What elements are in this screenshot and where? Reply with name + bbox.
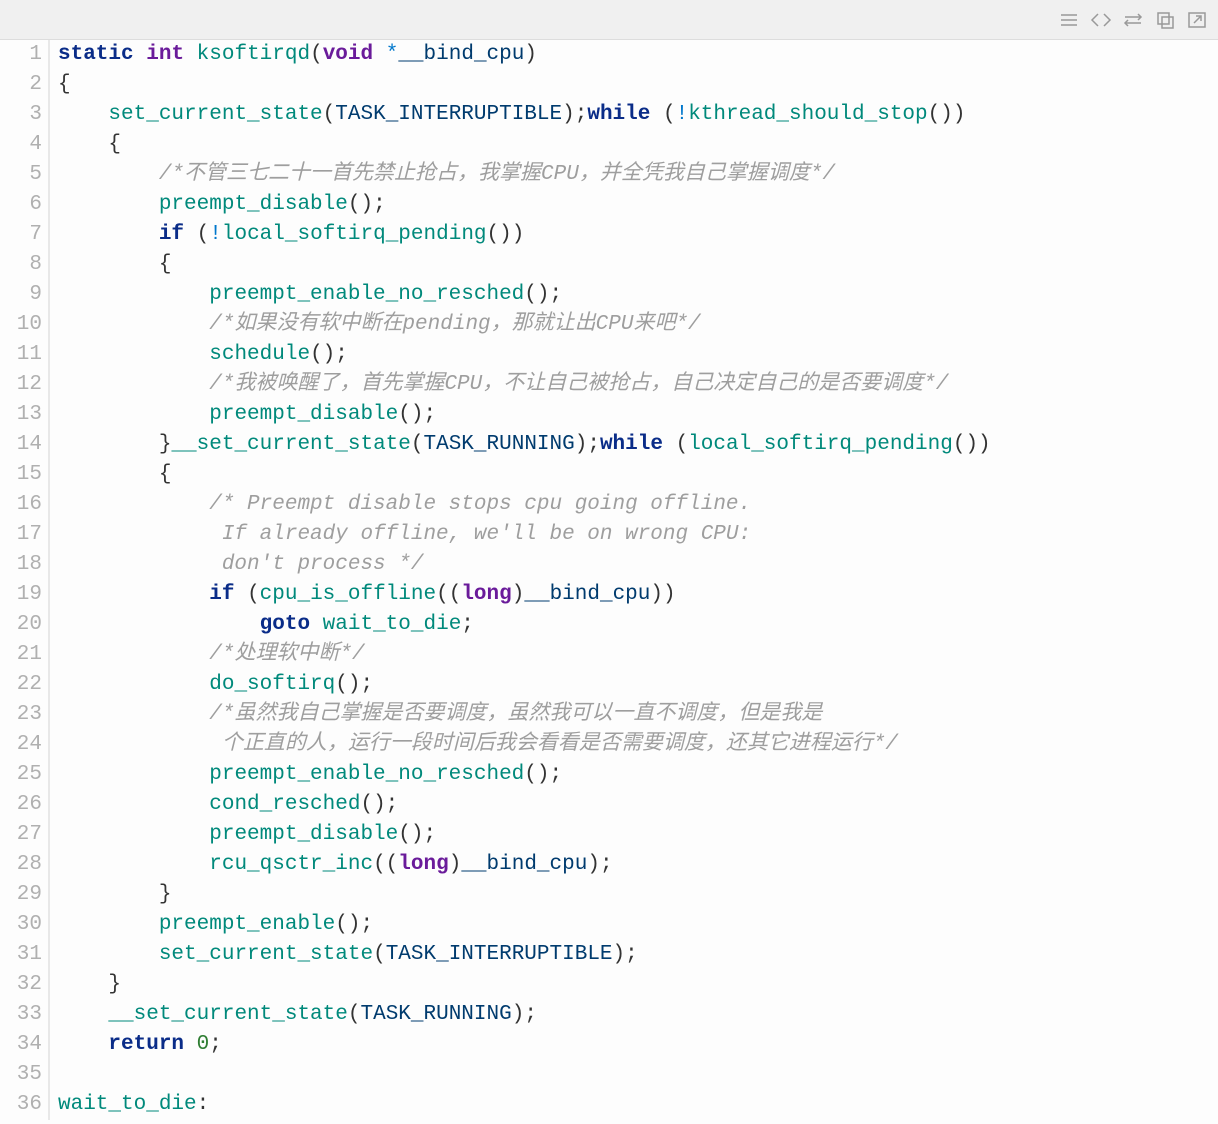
line-number: 11 <box>0 340 42 370</box>
line-number: 26 <box>0 790 42 820</box>
code-line[interactable]: /* Preempt disable stops cpu going offli… <box>58 490 1218 520</box>
line-number: 13 <box>0 400 42 430</box>
copy-icon[interactable] <box>1152 8 1178 32</box>
code-line[interactable]: preempt_disable(); <box>58 820 1218 850</box>
code-line[interactable]: { <box>58 250 1218 280</box>
line-number: 16 <box>0 490 42 520</box>
code-line[interactable]: preempt_enable_no_resched(); <box>58 760 1218 790</box>
code-line[interactable]: preempt_enable(); <box>58 910 1218 940</box>
code-line[interactable]: preempt_enable_no_resched(); <box>58 280 1218 310</box>
line-number: 23 <box>0 700 42 730</box>
line-number: 25 <box>0 760 42 790</box>
code-line[interactable]: /*如果没有软中断在pending，那就让出CPU来吧*/ <box>58 310 1218 340</box>
line-number: 4 <box>0 130 42 160</box>
line-number: 6 <box>0 190 42 220</box>
line-number: 20 <box>0 610 42 640</box>
line-number: 29 <box>0 880 42 910</box>
code-line[interactable]: rcu_qsctr_inc((long)__bind_cpu); <box>58 850 1218 880</box>
line-number: 35 <box>0 1060 42 1090</box>
line-number: 17 <box>0 520 42 550</box>
line-number: 24 <box>0 730 42 760</box>
popout-icon[interactable] <box>1184 8 1210 32</box>
line-number: 31 <box>0 940 42 970</box>
line-number: 28 <box>0 850 42 880</box>
code-line[interactable]: set_current_state(TASK_INTERRUPTIBLE); <box>58 940 1218 970</box>
line-number: 12 <box>0 370 42 400</box>
line-number: 33 <box>0 1000 42 1030</box>
line-number: 8 <box>0 250 42 280</box>
code-line[interactable]: }__set_current_state(TASK_RUNNING);while… <box>58 430 1218 460</box>
code-line[interactable]: { <box>58 70 1218 100</box>
code-line[interactable]: } <box>58 970 1218 1000</box>
code-line[interactable]: __set_current_state(TASK_RUNNING); <box>58 1000 1218 1030</box>
line-number: 14 <box>0 430 42 460</box>
code-line[interactable]: { <box>58 130 1218 160</box>
code-line[interactable]: set_current_state(TASK_INTERRUPTIBLE);wh… <box>58 100 1218 130</box>
code-line[interactable]: goto wait_to_die; <box>58 610 1218 640</box>
code-text-area[interactable]: static int ksoftirqd(void *__bind_cpu){ … <box>50 40 1218 1120</box>
line-number: 32 <box>0 970 42 1000</box>
code-line[interactable]: don't process */ <box>58 550 1218 580</box>
line-number: 18 <box>0 550 42 580</box>
code-line[interactable]: /*我被唤醒了，首先掌握CPU，不让自己被抢占，自己决定自己的是否要调度*/ <box>58 370 1218 400</box>
code-line[interactable]: schedule(); <box>58 340 1218 370</box>
code-line[interactable]: if (!local_softirq_pending()) <box>58 220 1218 250</box>
code-line[interactable]: if (cpu_is_offline((long)__bind_cpu)) <box>58 580 1218 610</box>
code-line[interactable]: { <box>58 460 1218 490</box>
code-line[interactable] <box>58 1060 1218 1090</box>
menu-icon[interactable] <box>1056 8 1082 32</box>
code-line[interactable]: } <box>58 880 1218 910</box>
line-number: 21 <box>0 640 42 670</box>
line-number: 3 <box>0 100 42 130</box>
line-number: 9 <box>0 280 42 310</box>
code-line[interactable]: do_softirq(); <box>58 670 1218 700</box>
swap-icon[interactable] <box>1120 8 1146 32</box>
line-number: 30 <box>0 910 42 940</box>
line-number: 10 <box>0 310 42 340</box>
line-number: 15 <box>0 460 42 490</box>
editor-toolbar <box>0 0 1218 40</box>
code-line[interactable]: If already offline, we'll be on wrong CP… <box>58 520 1218 550</box>
code-line[interactable]: cond_resched(); <box>58 790 1218 820</box>
line-number-gutter: 1234567891011121314151617181920212223242… <box>0 40 50 1120</box>
code-line[interactable]: /*不管三七二十一首先禁止抢占，我掌握CPU，并全凭我自己掌握调度*/ <box>58 160 1218 190</box>
code-line[interactable]: /*虽然我自己掌握是否要调度，虽然我可以一直不调度，但是我是 <box>58 700 1218 730</box>
line-number: 7 <box>0 220 42 250</box>
line-number: 34 <box>0 1030 42 1060</box>
code-line[interactable]: static int ksoftirqd(void *__bind_cpu) <box>58 40 1218 70</box>
code-line[interactable]: 个正直的人，运行一段时间后我会看看是否需要调度，还其它进程运行*/ <box>58 730 1218 760</box>
line-number: 2 <box>0 70 42 100</box>
line-number: 22 <box>0 670 42 700</box>
code-editor: 1234567891011121314151617181920212223242… <box>0 40 1218 1120</box>
code-line[interactable]: return 0; <box>58 1030 1218 1060</box>
line-number: 5 <box>0 160 42 190</box>
code-icon[interactable] <box>1088 8 1114 32</box>
line-number: 1 <box>0 40 42 70</box>
code-line[interactable]: /*处理软中断*/ <box>58 640 1218 670</box>
line-number: 36 <box>0 1090 42 1120</box>
code-line[interactable]: preempt_disable(); <box>58 190 1218 220</box>
code-line[interactable]: wait_to_die: <box>58 1090 1218 1120</box>
line-number: 27 <box>0 820 42 850</box>
line-number: 19 <box>0 580 42 610</box>
code-line[interactable]: preempt_disable(); <box>58 400 1218 430</box>
